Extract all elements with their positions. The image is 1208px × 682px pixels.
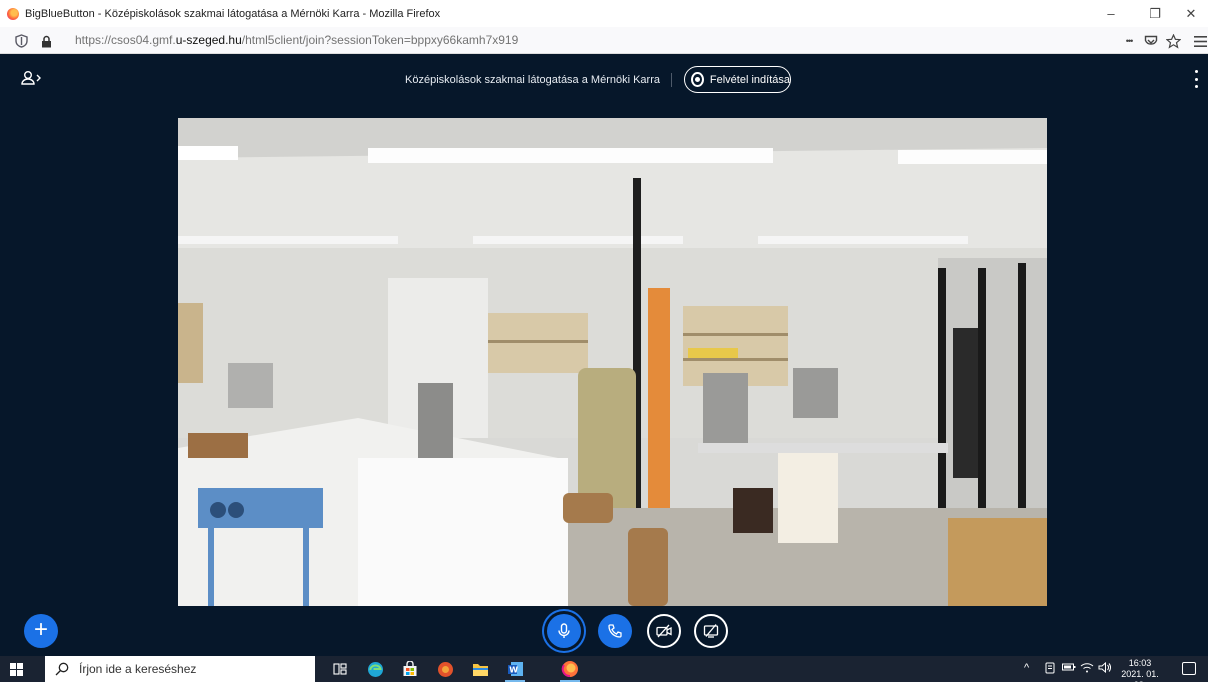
- more-dots-icon[interactable]: •••: [1118, 32, 1140, 50]
- meeting-title: Középiskolások szakmai látogatása a Mérn…: [405, 74, 660, 86]
- task-view-icon[interactable]: [329, 659, 351, 679]
- url-path: /html5client/join?sessionToken=bppxy66ka…: [241, 33, 519, 47]
- clock-time: 16:03: [1128, 658, 1152, 668]
- screenshare-off-icon: [703, 624, 719, 638]
- webcam-video: [178, 118, 1047, 606]
- windows-taskbar: Írjon ide a kereséshez W ^ 16:03 2021. 0…: [0, 656, 1208, 682]
- phone-icon: [608, 624, 622, 638]
- shield-icon[interactable]: [12, 32, 30, 50]
- menu-icon[interactable]: [1191, 32, 1208, 50]
- camera-toggle-button[interactable]: [647, 614, 681, 648]
- clock-date: 2021. 01. 28.: [1121, 669, 1159, 682]
- volume-icon[interactable]: [1098, 661, 1112, 676]
- window-title: BigBlueButton - Középiskolások szakmai l…: [25, 7, 441, 20]
- microphone-icon: [558, 623, 570, 638]
- tray-app-icon[interactable]: [1044, 662, 1056, 677]
- lock-icon[interactable]: [37, 32, 55, 50]
- taskbar-clock[interactable]: 16:03 2021. 01. 28.: [1116, 658, 1164, 682]
- word-icon[interactable]: W: [504, 659, 526, 682]
- record-icon: [691, 72, 704, 87]
- actions-plus-button[interactable]: +: [24, 614, 58, 648]
- url-text[interactable]: https://csos04.gmf.u-szeged.hu/html5clie…: [75, 33, 518, 47]
- title-divider: [671, 73, 672, 87]
- camera-off-icon: [656, 624, 672, 638]
- screenshare-button[interactable]: [694, 614, 728, 648]
- bbb-app: Középiskolások szakmai látogatása a Mérn…: [0, 54, 1208, 656]
- search-icon: [55, 662, 69, 676]
- pocket-icon[interactable]: [1142, 32, 1160, 50]
- microphone-button[interactable]: [547, 614, 581, 648]
- taskbar-search-box[interactable]: Írjon ide a kereséshez: [45, 656, 315, 682]
- leave-audio-button[interactable]: [598, 614, 632, 648]
- close-button[interactable]: ✕: [1172, 0, 1208, 27]
- svg-text:W: W: [509, 666, 518, 675]
- options-menu-icon[interactable]: [1188, 70, 1204, 88]
- lab-scene-image: [178, 118, 1047, 606]
- app-icon[interactable]: [434, 659, 456, 679]
- firefox-logo-icon: [7, 7, 19, 20]
- file-explorer-icon[interactable]: [469, 659, 491, 679]
- start-recording-button[interactable]: Felvétel indítása: [684, 66, 791, 93]
- url-bar[interactable]: https://csos04.gmf.u-szeged.hu/html5clie…: [0, 27, 1208, 54]
- wifi-icon[interactable]: [1080, 662, 1094, 676]
- window-titlebar: BigBlueButton - Középiskolások szakmai l…: [0, 0, 1208, 27]
- minimize-button[interactable]: –: [1092, 0, 1130, 27]
- restore-button[interactable]: ❐: [1136, 0, 1174, 27]
- taskbar-search-placeholder: Írjon ide a kereséshez: [79, 662, 197, 676]
- store-icon[interactable]: [399, 659, 421, 679]
- url-prefix: https://csos04.gmf.: [75, 33, 176, 47]
- firefox-icon[interactable]: [559, 659, 581, 682]
- star-icon[interactable]: [1164, 32, 1182, 50]
- url-domain: u-szeged.hu: [175, 33, 242, 47]
- edge-icon[interactable]: [364, 659, 386, 679]
- tray-show-hidden-icon[interactable]: ^: [1024, 662, 1029, 674]
- record-label: Felvétel indítása: [709, 73, 790, 86]
- notification-center-icon[interactable]: [1182, 662, 1196, 675]
- battery-icon[interactable]: [1062, 662, 1076, 675]
- windows-start-icon[interactable]: [10, 663, 23, 676]
